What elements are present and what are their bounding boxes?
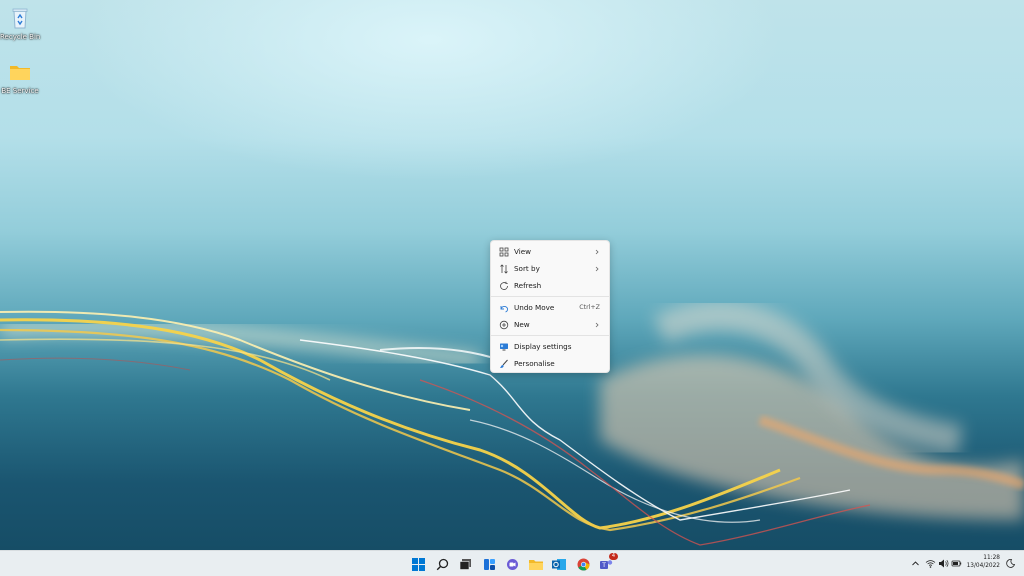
file-explorer-icon xyxy=(529,559,543,570)
outlook-icon xyxy=(552,558,566,570)
personalise-brush-icon xyxy=(500,359,508,368)
teams-button[interactable]: T 4 xyxy=(598,553,618,572)
menu-item-view[interactable]: View xyxy=(491,243,609,260)
display-settings-icon xyxy=(500,343,508,350)
view-grid-icon xyxy=(499,247,509,256)
desktop-icon-recycle-bin[interactable]: Recycle Bin xyxy=(0,6,40,41)
widgets-icon xyxy=(483,558,495,570)
menu-item-display-settings[interactable]: Display settings xyxy=(491,338,609,355)
menu-separator xyxy=(491,296,609,297)
chevron-right-icon xyxy=(595,322,599,327)
new-plus-icon xyxy=(499,320,509,329)
outlook-button[interactable] xyxy=(551,556,567,572)
desktop-icon-label: BE Service xyxy=(1,87,39,95)
sort-icon xyxy=(500,263,508,274)
menu-item-label: Undo Move xyxy=(514,303,555,312)
focus-assist-icon[interactable] xyxy=(1005,558,1016,569)
chrome-icon xyxy=(577,558,589,571)
taskbar: T 4 11:28 13/04/2022 xyxy=(0,550,1024,576)
task-view-icon xyxy=(459,558,471,570)
menu-item-sort-by[interactable]: Sort by xyxy=(491,260,609,277)
undo-icon xyxy=(500,305,509,312)
clock-date: 13/04/2022 xyxy=(966,563,1000,569)
start-button[interactable] xyxy=(410,556,426,572)
menu-item-personalise[interactable]: Personalise xyxy=(491,355,609,372)
volume-icon[interactable] xyxy=(938,558,949,569)
search-button[interactable] xyxy=(434,556,450,572)
chevron-right-icon xyxy=(595,249,599,254)
menu-item-label: New xyxy=(514,320,530,329)
clock[interactable]: 11:28 13/04/2022 xyxy=(967,554,1000,570)
menu-item-label: Refresh xyxy=(514,281,542,290)
chevron-right-icon xyxy=(595,266,599,271)
desktop-icon-label: Recycle Bin xyxy=(0,33,41,41)
teams-notification-badge: 4 xyxy=(609,553,618,560)
desktop-background[interactable]: Recycle Bin BE Service View Sort by Refr… xyxy=(0,0,1024,550)
desktop-context-menu: View Sort by Refresh Undo Move Ctrl+Z Ne… xyxy=(490,240,610,373)
svg-text:T: T xyxy=(601,562,606,569)
chrome-button[interactable] xyxy=(575,556,591,572)
desktop-icon-be-service[interactable]: BE Service xyxy=(0,60,40,95)
file-explorer-button[interactable] xyxy=(528,556,544,572)
chevron-up-icon[interactable] xyxy=(910,558,921,569)
wifi-icon[interactable] xyxy=(925,558,936,569)
menu-item-label: Sort by xyxy=(514,264,540,273)
menu-item-label: Personalise xyxy=(514,359,555,368)
folder-icon xyxy=(10,66,30,80)
recycle-bin-icon xyxy=(12,8,28,29)
menu-item-new[interactable]: New xyxy=(491,316,609,333)
refresh-icon xyxy=(500,281,508,290)
menu-item-shortcut: Ctrl+Z xyxy=(579,304,600,311)
chat-button[interactable] xyxy=(504,556,520,572)
start-icon xyxy=(411,557,425,571)
menu-item-undo-move[interactable]: Undo Move Ctrl+Z xyxy=(491,299,609,316)
menu-item-label: View xyxy=(514,247,532,256)
battery-icon[interactable] xyxy=(951,558,962,569)
menu-item-label: Display settings xyxy=(514,342,572,351)
clock-time: 11:28 xyxy=(983,555,1000,561)
menu-separator xyxy=(491,335,609,336)
task-view-button[interactable] xyxy=(457,556,473,572)
widgets-button[interactable] xyxy=(481,556,497,572)
menu-item-refresh[interactable]: Refresh xyxy=(491,277,609,294)
search-icon xyxy=(436,558,448,570)
chat-icon xyxy=(506,558,518,570)
